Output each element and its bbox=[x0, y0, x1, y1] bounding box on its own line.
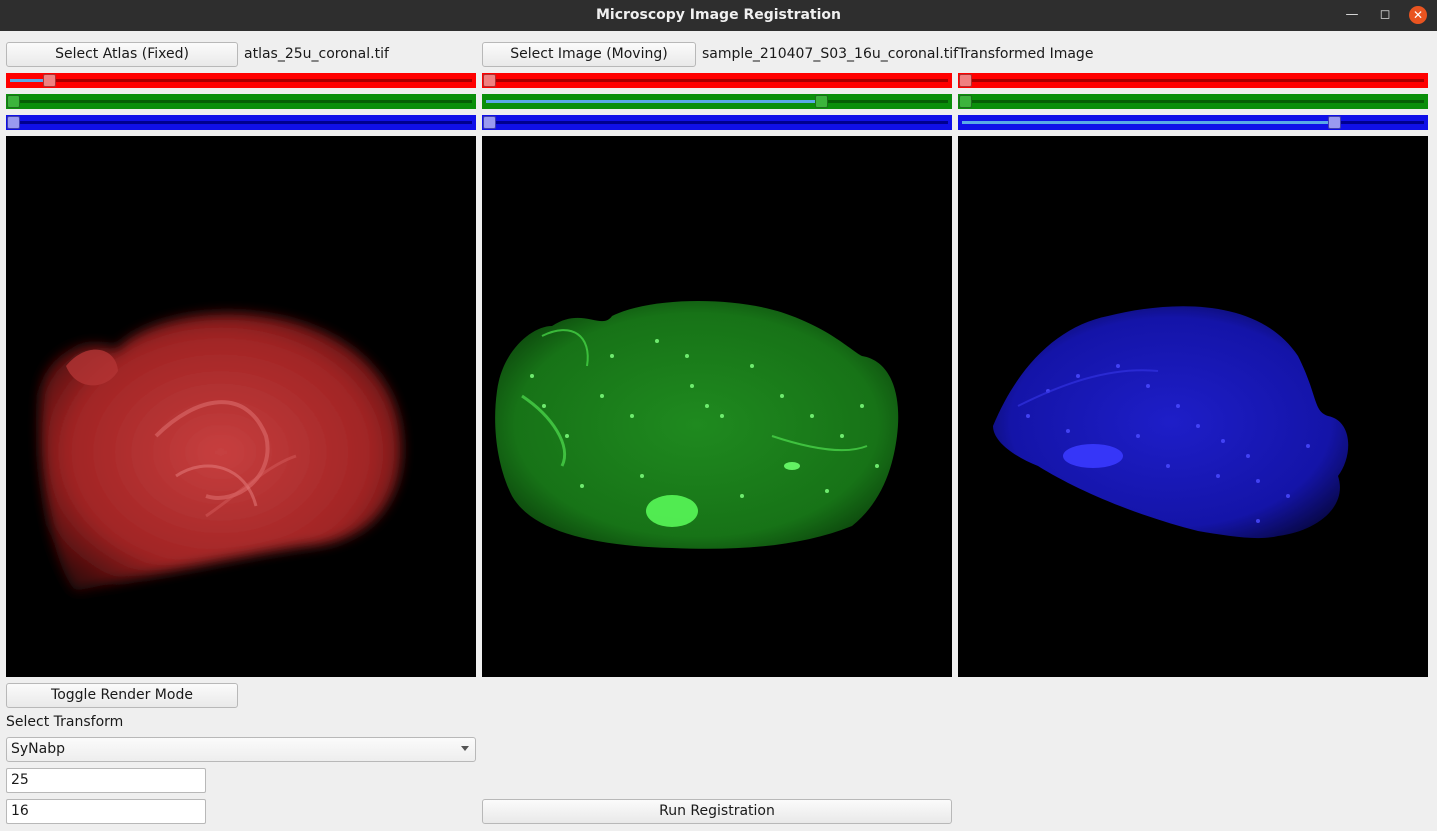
minimize-icon[interactable]: — bbox=[1343, 6, 1361, 24]
slider-handle[interactable] bbox=[1327, 116, 1341, 129]
transformed-green-slider[interactable] bbox=[958, 94, 1428, 109]
slider-handle[interactable] bbox=[43, 74, 57, 87]
toggle-render-mode-button[interactable]: Toggle Render Mode bbox=[6, 683, 238, 708]
moving-blue-slider[interactable] bbox=[482, 115, 952, 130]
atlas-filename: atlas_25u_coronal.tif bbox=[244, 46, 389, 62]
transform-select[interactable]: SyNabp bbox=[6, 737, 476, 762]
transformed-image-label: Transformed Image bbox=[958, 46, 1094, 62]
fixed-green-slider[interactable] bbox=[6, 94, 476, 109]
select-transform-label: Select Transform bbox=[6, 714, 124, 730]
slider-handle[interactable] bbox=[483, 116, 496, 129]
moving-filename: sample_210407_S03_16u_coronal.tif bbox=[702, 46, 959, 62]
slider-handle[interactable] bbox=[815, 95, 829, 108]
fixed-resolution-input[interactable]: 25 bbox=[6, 768, 206, 793]
select-atlas-button[interactable]: Select Atlas (Fixed) bbox=[6, 42, 238, 67]
moving-resolution-input[interactable]: 16 bbox=[6, 799, 206, 824]
fixed-image-view[interactable] bbox=[6, 136, 476, 677]
slider-handle[interactable] bbox=[483, 74, 496, 87]
slider-handle[interactable] bbox=[959, 95, 972, 108]
maximize-icon[interactable]: ◻ bbox=[1376, 6, 1394, 24]
transformed-image-view[interactable] bbox=[958, 136, 1428, 677]
title-bar: Microscopy Image Registration — ◻ ✕ bbox=[0, 0, 1437, 31]
transformed-blue-slider[interactable] bbox=[958, 115, 1428, 130]
transformed-red-slider[interactable] bbox=[958, 73, 1428, 88]
chevron-down-icon bbox=[461, 746, 469, 751]
run-registration-button[interactable]: Run Registration bbox=[482, 799, 952, 824]
fixed-red-slider[interactable] bbox=[6, 73, 476, 88]
moving-image-view[interactable] bbox=[482, 136, 952, 677]
moving-green-slider[interactable] bbox=[482, 94, 952, 109]
select-moving-image-button[interactable]: Select Image (Moving) bbox=[482, 42, 696, 67]
close-icon[interactable]: ✕ bbox=[1409, 6, 1427, 24]
slider-handle[interactable] bbox=[7, 95, 20, 108]
fixed-blue-slider[interactable] bbox=[6, 115, 476, 130]
slider-handle[interactable] bbox=[959, 74, 972, 87]
window-title: Microscopy Image Registration bbox=[595, 7, 841, 23]
slider-handle[interactable] bbox=[7, 116, 20, 129]
moving-red-slider[interactable] bbox=[482, 73, 952, 88]
transform-select-value: SyNabp bbox=[11, 741, 65, 757]
